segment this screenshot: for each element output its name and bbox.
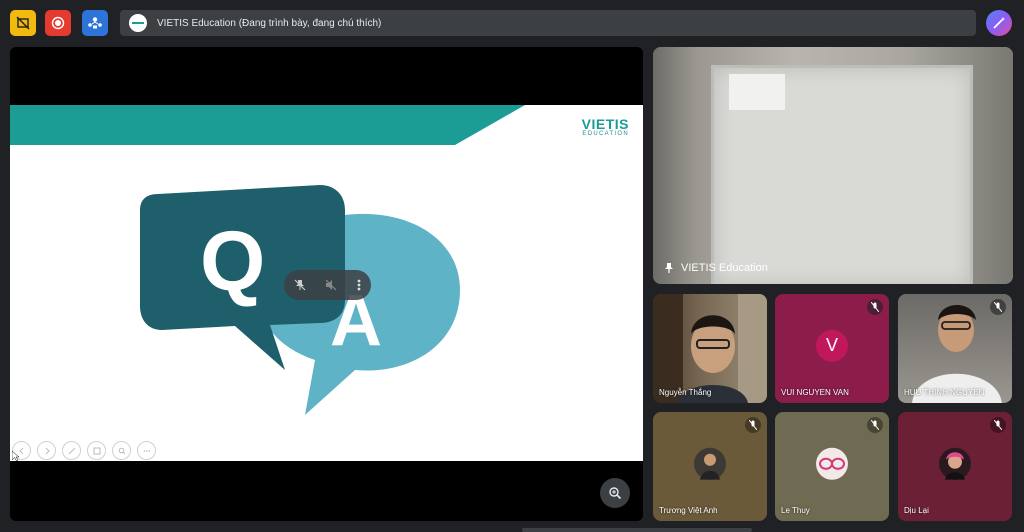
participant-tile[interactable]: Dịu Lại — [898, 412, 1012, 521]
stop-share-icon — [16, 16, 30, 30]
more-vertical-icon[interactable] — [356, 278, 362, 292]
mouse-cursor-icon — [12, 451, 20, 461]
stop-share-button[interactable] — [10, 10, 36, 36]
participant-tile[interactable]: V VUI NGUYEN VAN — [775, 294, 889, 403]
mic-off-indicator — [867, 299, 883, 315]
zoom-button[interactable] — [600, 478, 630, 508]
pen-tool-button[interactable] — [62, 441, 81, 460]
slide-controls — [12, 441, 156, 460]
unpin-icon[interactable] — [293, 278, 307, 292]
main-video-tile[interactable]: VIETIS Education — [653, 47, 1013, 284]
main-tile-name: VIETIS Education — [681, 262, 768, 274]
presentation-stage: VIETIS EDUCATION Q A — [10, 47, 643, 521]
more-slide-options-button[interactable] — [137, 441, 156, 460]
participant-name: Trương Việt Anh — [659, 506, 718, 515]
participant-tile[interactable]: Nguyễn Thắng — [653, 294, 767, 403]
brand-name: VIETIS — [581, 116, 629, 132]
slide-header-band — [10, 105, 525, 145]
participant-name: Nguyễn Thắng — [659, 388, 712, 397]
qa-illustration: Q A — [140, 185, 460, 415]
mic-off-icon — [749, 420, 757, 430]
participant-name: HUU THINH NGUYEN — [904, 388, 985, 397]
pen-icon — [68, 447, 75, 454]
mic-off-icon — [994, 420, 1002, 430]
avatar — [939, 447, 971, 480]
participant-name: VUI NGUYEN VAN — [781, 388, 849, 397]
mute-audio-icon[interactable] — [324, 278, 338, 292]
tile-hover-controls — [284, 270, 371, 300]
vietis-logo-icon — [132, 22, 144, 24]
brand-sub: EDUCATION — [582, 131, 629, 137]
q-letter: Q — [200, 214, 265, 308]
participant-name: Le Thuy — [781, 506, 810, 515]
profile-photo — [945, 451, 965, 480]
meeting-title: VIETIS Education (Đang trình bày, đang c… — [157, 17, 382, 29]
slides-overview-button[interactable] — [87, 441, 106, 460]
avatar — [694, 447, 726, 480]
mic-off-indicator — [990, 299, 1006, 315]
magic-wand-icon — [993, 17, 1005, 29]
mic-off-icon — [994, 302, 1002, 312]
participant-tile[interactable]: Le Thuy — [775, 412, 889, 521]
main-tile-label: VIETIS Education — [663, 262, 768, 274]
participants-button[interactable] — [82, 10, 108, 36]
magnifier-icon — [118, 447, 125, 454]
mic-off-indicator — [990, 417, 1006, 433]
more-horizontal-icon — [143, 449, 150, 452]
meeting-title-bar: VIETIS Education (Đang trình bày, đang c… — [120, 10, 976, 36]
whiteboard-image — [711, 65, 973, 284]
meeting-logo — [129, 14, 147, 32]
participant-video — [653, 294, 767, 403]
slide-brand: VIETIS EDUCATION — [582, 117, 629, 137]
chevron-right-icon — [45, 447, 50, 454]
participant-tile[interactable]: Trương Việt Anh — [653, 412, 767, 521]
grid-icon — [93, 447, 100, 454]
avatar-letter: V — [825, 334, 838, 355]
mic-off-icon — [871, 302, 879, 312]
effects-button[interactable] — [986, 10, 1012, 36]
mic-off-indicator — [745, 417, 761, 433]
top-bar: VIETIS Education (Đang trình bày, đang c… — [0, 0, 1024, 46]
glasses-avatar-icon — [819, 457, 845, 470]
pin-icon — [665, 263, 673, 273]
profile-photo — [700, 453, 720, 480]
participant-tile[interactable]: HUU THINH NGUYEN — [898, 294, 1012, 403]
bottom-bar-handle — [522, 528, 752, 532]
mic-off-indicator — [867, 417, 883, 433]
avatar — [816, 447, 848, 480]
record-button[interactable] — [45, 10, 71, 36]
avatar: V — [816, 329, 848, 362]
mic-off-icon — [871, 420, 879, 430]
record-icon — [51, 16, 65, 30]
zoom-in-icon — [609, 487, 622, 500]
zoom-slide-button[interactable] — [112, 441, 131, 460]
participant-name: Dịu Lại — [904, 506, 929, 515]
next-slide-button[interactable] — [37, 441, 56, 460]
participants-icon — [88, 17, 102, 29]
paper-note — [729, 74, 785, 110]
